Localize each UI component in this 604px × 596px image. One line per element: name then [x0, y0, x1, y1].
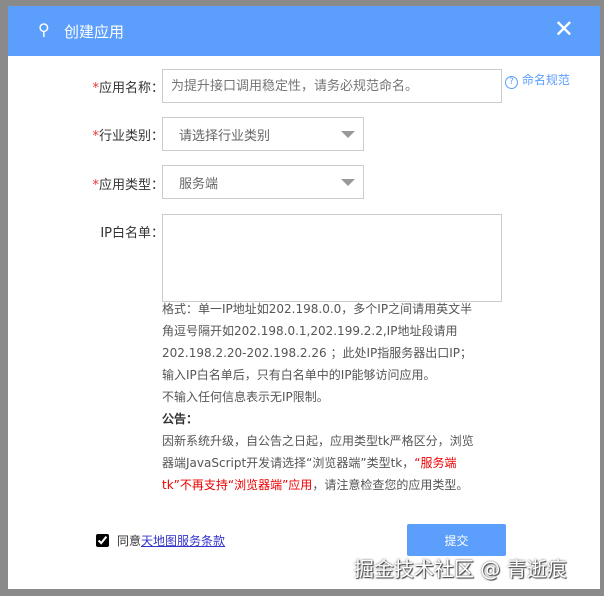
key-icon: ⚲ — [38, 20, 50, 39]
app-name-input[interactable] — [162, 69, 502, 103]
submit-button[interactable]: 提交 — [407, 524, 506, 556]
dialog-header: ⚲ 创建应用 ✕ — [8, 6, 600, 56]
app-name-label: *应用名称： — [8, 77, 164, 96]
watermark: 掘金技术社区 @ 青逝痕 — [354, 557, 567, 581]
app-type-value: 服务端 — [179, 176, 219, 192]
agree-label: 同意 — [117, 534, 142, 548]
agree-terms: 同意 天地图服务条款 — [96, 532, 225, 549]
label-text: 行业类别： — [98, 129, 164, 144]
close-icon[interactable]: ✕ — [554, 15, 574, 43]
no-ip-note: 不输入任何信息表示无IP限制。 — [162, 390, 329, 404]
help-icon: ? — [505, 76, 518, 89]
industry-select[interactable]: 请选择行业类别 — [162, 117, 364, 151]
ip-whitelist-label: IP白名单： — [100, 226, 164, 241]
app-type-label: *应用类型： — [8, 174, 164, 193]
notice-part: ，请注意检查您的应用类型。 — [312, 478, 469, 492]
label-text: 应用名称： — [98, 81, 164, 96]
notice-text: 因新系统升级，自公告之日起，应用类型tk严格区分，浏览器端JavaScript开… — [162, 430, 482, 496]
label-text: 应用类型： — [98, 178, 164, 193]
chevron-down-icon — [341, 130, 355, 138]
agree-checkbox[interactable] — [96, 534, 109, 547]
naming-rules-link[interactable]: ? 命名规范 — [505, 71, 570, 89]
industry-value: 请选择行业类别 — [179, 128, 271, 144]
industry-label: *行业类别： — [8, 125, 164, 144]
naming-rules-label: 命名规范 — [521, 73, 570, 87]
app-type-select[interactable]: 服务端 — [162, 165, 364, 199]
terms-link[interactable]: 天地图服务条款 — [141, 532, 225, 549]
ip-whitelist-textarea[interactable] — [162, 214, 502, 302]
notes: 格式：单一IP地址如202.198.0.0，多个IP之间请用英文半角逗号隔开如2… — [162, 298, 482, 496]
chevron-down-icon — [341, 178, 355, 186]
dialog-title: 创建应用 — [64, 23, 125, 41]
format-note: 格式：单一IP地址如202.198.0.0，多个IP之间请用英文半角逗号隔开如2… — [162, 302, 473, 382]
notice-title: 公告： — [162, 412, 199, 426]
